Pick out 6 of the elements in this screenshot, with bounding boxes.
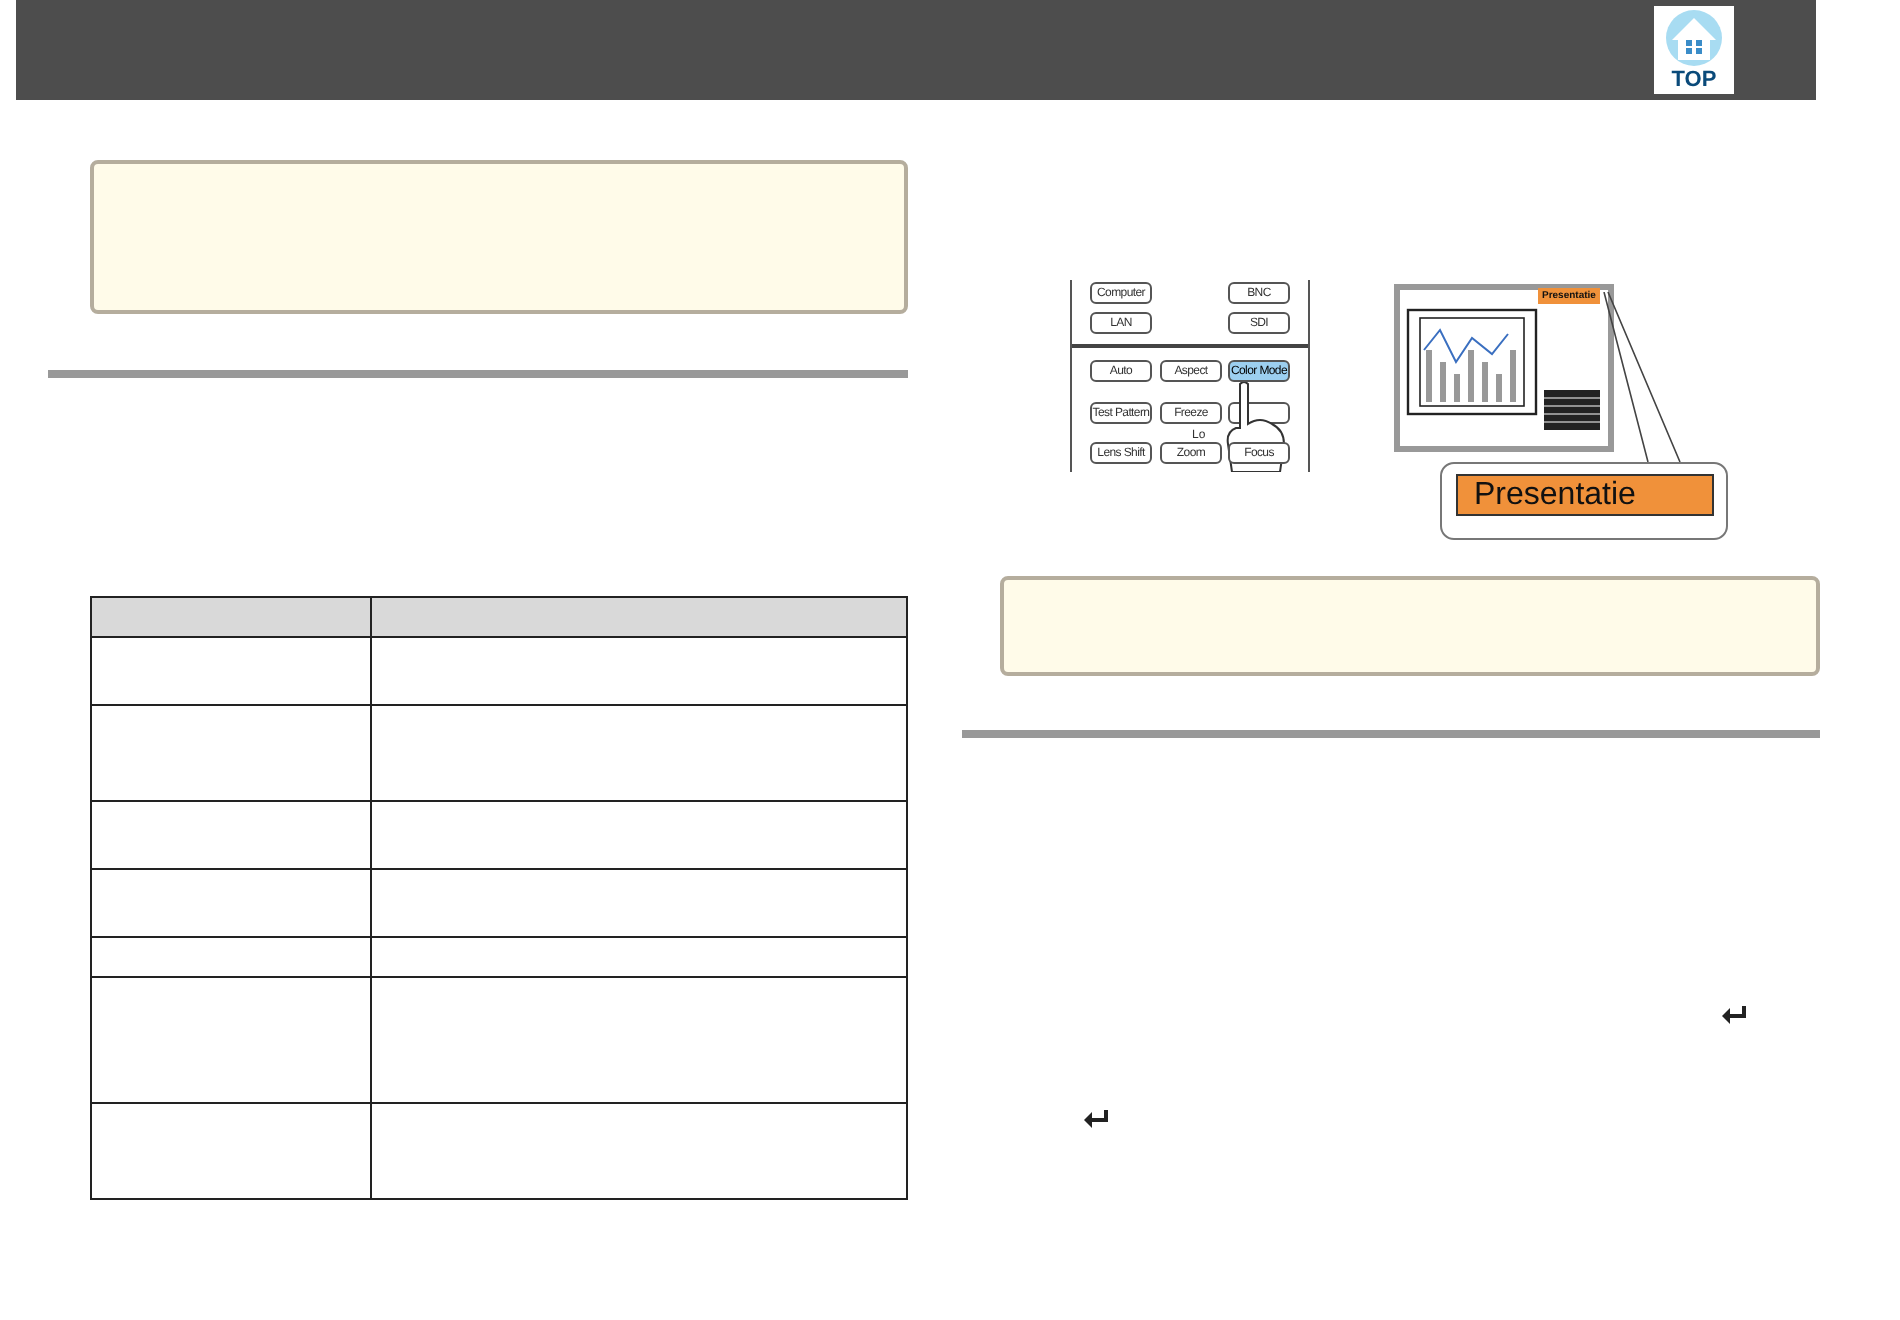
enter-icon [1722,1006,1748,1026]
top-button[interactable]: TOP [1654,6,1734,94]
enter-icon [1084,1110,1110,1130]
house-icon [1660,6,1728,66]
callout-label: Presentatie [1456,474,1714,516]
hand-icon [1224,380,1288,472]
